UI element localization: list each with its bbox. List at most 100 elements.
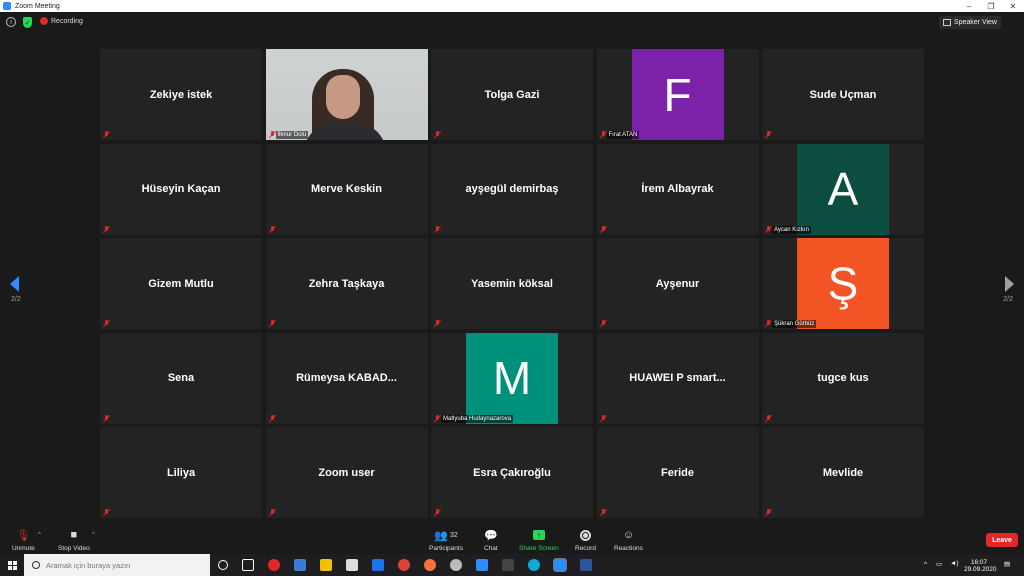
file-explorer-icon[interactable] xyxy=(320,559,332,571)
mail-icon[interactable] xyxy=(372,559,384,571)
windows-taskbar: ^ ▭ ◄) 16:07 29.09.2020 ▤ xyxy=(0,554,1024,576)
participant-tile[interactable]: F Fırat ATAN xyxy=(596,49,759,140)
task-view-icon[interactable] xyxy=(242,559,254,571)
participant-tile[interactable]: Sena xyxy=(100,332,262,424)
participant-tile[interactable]: Merve Keskin xyxy=(265,143,428,235)
participant-name: Hüseyin Kaçan xyxy=(141,183,221,195)
firefox-icon[interactable] xyxy=(424,559,436,571)
taskbar-search[interactable] xyxy=(24,554,210,576)
participant-tile[interactable]: Feride xyxy=(596,427,759,518)
cortana-icon[interactable] xyxy=(218,560,228,570)
audio-options-chevron-icon[interactable]: ^ xyxy=(38,532,41,538)
speaker-view-label: Speaker View xyxy=(953,19,997,26)
tray-chevron-icon[interactable]: ^ xyxy=(924,561,927,568)
participant-name: Zekiye istek xyxy=(149,88,213,101)
next-page-arrow-icon[interactable] xyxy=(1005,276,1014,292)
store-icon[interactable] xyxy=(346,559,358,571)
participants-button[interactable]: 👥 32 Participants xyxy=(429,528,463,553)
meeting-top-bar: i ✓ Recording Speaker View xyxy=(0,12,1024,33)
start-button[interactable] xyxy=(0,554,24,576)
participant-tile[interactable]: Zoom user xyxy=(265,427,428,518)
app-icon-dark[interactable] xyxy=(502,559,514,571)
participant-tile[interactable]: M Matlyuba Hudaynazarova xyxy=(431,332,593,424)
zoom-active-taskbar-icon[interactable] xyxy=(553,558,567,572)
notifications-icon[interactable]: ▤ xyxy=(1004,560,1010,568)
participant-tile[interactable]: Gizem Mutlu xyxy=(100,238,262,329)
recording-label: Recording xyxy=(51,17,83,25)
participant-tile[interactable]: Hüseyin Kaçan xyxy=(100,143,262,235)
app-icon-blue[interactable] xyxy=(294,559,306,571)
participant-tile[interactable]: Liliya xyxy=(100,427,262,518)
network-icon[interactable]: ▭ xyxy=(936,560,942,568)
maximize-button[interactable]: ❐ xyxy=(980,0,1002,12)
participant-tile[interactable]: Zehra Taşkaya xyxy=(265,238,428,329)
page-indicator-right: 2/2 xyxy=(1003,296,1013,303)
participant-name: Liliya xyxy=(166,466,196,479)
stop-video-button[interactable]: ■ Stop Video xyxy=(58,528,90,552)
muted-microphone-icon xyxy=(600,131,607,138)
participant-tile[interactable]: ayşegül demirbaş xyxy=(431,143,593,235)
participant-name: HUAWEI P smart... xyxy=(629,372,726,384)
clock-time: 16:07 xyxy=(970,559,988,566)
video-options-chevron-icon[interactable]: ^ xyxy=(92,532,95,538)
participant-tile[interactable]: İrem Albayrak xyxy=(596,143,759,235)
reactions-button[interactable]: ☺ Reactions xyxy=(614,528,643,552)
participant-tile[interactable]: Ayşenur xyxy=(596,238,759,329)
volume-icon[interactable]: ◄) xyxy=(950,560,959,567)
participant-tile[interactable]: Mevlide xyxy=(762,427,924,518)
security-shield-icon[interactable]: ✓ xyxy=(23,17,32,28)
recording-dot-icon xyxy=(40,17,48,25)
participant-tile[interactable]: HUAWEI P smart... xyxy=(596,332,759,424)
participant-name: Merve Keskin xyxy=(311,183,382,195)
taskbar-search-input[interactable] xyxy=(46,560,196,570)
word-icon[interactable] xyxy=(580,559,592,571)
app-icon-gray[interactable] xyxy=(450,559,462,571)
unmute-button[interactable]: 🎙 Unmute xyxy=(12,528,35,553)
recording-indicator[interactable]: Recording xyxy=(40,17,83,25)
participant-name: Feride xyxy=(660,466,694,479)
muted-microphone-icon xyxy=(103,509,110,516)
participant-tile[interactable]: Ş Şükran Gürbüz xyxy=(762,238,924,329)
muted-microphone-icon xyxy=(103,414,110,422)
participant-name-label: Aycan Kızkın xyxy=(772,225,811,234)
info-icon[interactable]: i xyxy=(6,17,16,27)
chat-button[interactable]: 💬 Chat xyxy=(484,528,498,553)
muted-microphone-icon xyxy=(434,320,441,327)
muted-microphone-icon xyxy=(765,225,772,233)
muted-microphone-icon xyxy=(103,131,110,138)
participant-tile[interactable]: Yasemin köksal xyxy=(431,238,593,329)
muted-microphone-icon xyxy=(765,509,772,516)
participant-tile[interactable]: Tolga Gazi xyxy=(431,49,593,140)
participant-tile[interactable]: tugce kus xyxy=(762,332,924,424)
reactions-label: Reactions xyxy=(614,545,643,552)
zoom-taskbar-icon[interactable] xyxy=(476,559,488,571)
participant-tile[interactable]: İlknur Dolu xyxy=(265,49,428,140)
edge-icon[interactable] xyxy=(528,559,540,571)
muted-microphone-icon xyxy=(434,225,441,233)
participant-tile[interactable]: Sude Uçman xyxy=(762,49,924,140)
participant-name-label: Fırat ATAN xyxy=(606,131,640,139)
clock[interactable]: 16:07 29.09.2020 xyxy=(964,559,997,573)
speaker-view-button[interactable]: Speaker View xyxy=(938,16,1001,29)
recorder-app-icon[interactable] xyxy=(268,559,280,571)
previous-page-arrow-icon[interactable] xyxy=(10,276,19,292)
participant-name: Zehra Taşkaya xyxy=(308,277,385,290)
participant-avatar: F xyxy=(631,49,724,140)
close-button[interactable]: ✕ xyxy=(1002,0,1024,12)
minimize-button[interactable]: – xyxy=(958,0,980,12)
chrome-icon[interactable] xyxy=(398,559,410,571)
chat-bubble-icon: 💬 xyxy=(484,529,498,542)
participant-name: Rümeysa KABAD... xyxy=(296,372,397,384)
participant-tile[interactable]: Zekiye istek xyxy=(100,49,262,140)
gallery-grid: Zekiye istek İlknur Dolu Tolga Gazi F Fırat … xyxy=(100,49,924,519)
share-screen-button[interactable]: ↑ Share Screen xyxy=(519,528,559,552)
participant-tile[interactable]: Rümeysa KABAD... xyxy=(265,332,428,424)
muted-microphone-icon xyxy=(434,131,441,138)
record-button[interactable]: Record xyxy=(575,528,596,552)
participant-tile[interactable]: Esra Çakıroğlu xyxy=(431,427,593,518)
leave-button[interactable]: Leave xyxy=(986,533,1018,547)
muted-microphone-icon xyxy=(434,414,441,422)
participant-tile[interactable]: A Aycan Kızkın xyxy=(762,143,924,235)
windows-logo-icon xyxy=(7,560,17,570)
participant-name-label: Şükran Gürbüz xyxy=(772,320,817,328)
